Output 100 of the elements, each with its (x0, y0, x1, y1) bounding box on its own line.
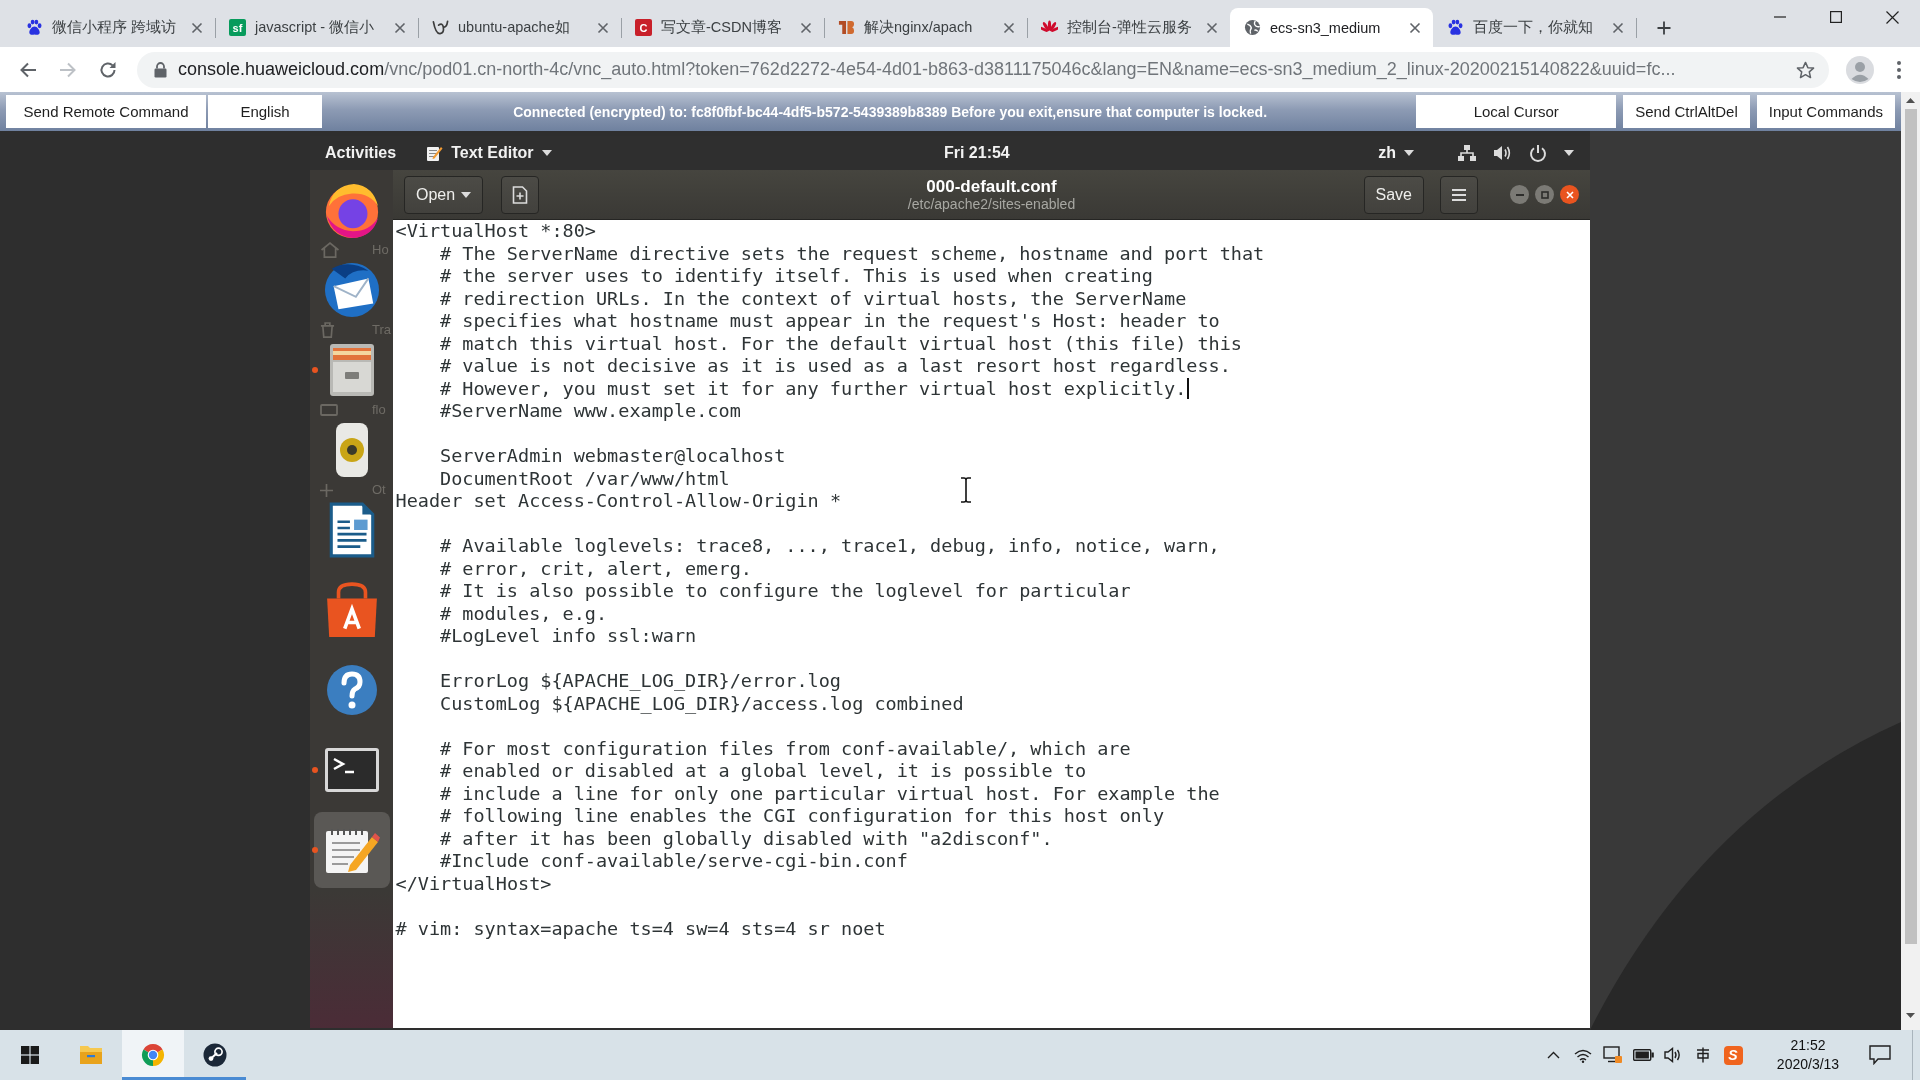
plus-icon (320, 483, 333, 497)
close-button[interactable] (1560, 185, 1579, 204)
battery-icon[interactable] (1632, 1049, 1654, 1061)
code-line: DocumentRoot /var/www/html (440, 467, 730, 490)
input-method-icon[interactable] (1695, 1047, 1711, 1063)
letter-logo: C (635, 19, 652, 36)
menu-icon[interactable] (1897, 60, 1901, 79)
code-line: <VirtualHost *:80> (395, 220, 596, 243)
save-button[interactable]: Save (1363, 175, 1424, 214)
code-line: # vim: syntax=apache ts=4 sw=4 sts=4 sr noet (395, 917, 886, 940)
toolbar-button[interactable]: English (208, 95, 322, 128)
code-line: Header set Access-Control-Allow-Origin * (395, 490, 842, 513)
menu-button[interactable] (1440, 175, 1478, 214)
minimize-button[interactable] (1510, 185, 1529, 204)
toolbar-button[interactable]: Local Cursor (1416, 95, 1617, 128)
code-line: CustomLog ${APACHE_LOG_DIR}/access.log combined (440, 692, 964, 715)
power-icon[interactable] (1529, 144, 1547, 162)
wifi-icon[interactable] (1574, 1047, 1592, 1063)
browser-tab[interactable]: 百度一下，你就知 (1433, 8, 1636, 47)
caret-icon[interactable] (1404, 150, 1414, 156)
code-line: # value is not decisive as it is used as a last resort host regardless. (440, 355, 1231, 378)
network-icon[interactable] (1458, 145, 1476, 161)
dock-button[interactable] (313, 812, 390, 888)
terminal-icon[interactable] (323, 747, 380, 793)
piston-disc-icon[interactable] (203, 1043, 227, 1067)
code-line: # following line enables the CGI configuration for this host only (440, 805, 1164, 828)
code-line: # include a line for only one particular virtual host. For example the (440, 782, 1220, 805)
toolbar-button[interactable]: Input Commands (1756, 95, 1895, 128)
caret-icon[interactable] (461, 191, 472, 198)
down-arrow-icon[interactable] (1906, 1013, 1915, 1018)
bird-envelope-icon[interactable] (323, 261, 380, 319)
text-area[interactable] (393, 220, 1590, 1028)
open-button[interactable]: Open (404, 175, 484, 214)
i-beam-cursor-icon (960, 477, 972, 503)
letter-logo: sf (229, 19, 246, 36)
code-line: # Available loglevels: trace8, ..., trace1, debug, info, notice, warn, (440, 535, 1220, 558)
star-icon[interactable] (1796, 60, 1815, 79)
code-line: # error, crit, alert, emerg. (440, 557, 752, 580)
scrollbar[interactable] (1901, 92, 1920, 1030)
code-line: # However, you must set it for any further virtual host explicitly. (440, 377, 1187, 400)
notepad-icon[interactable] (426, 144, 444, 162)
paw-icon (26, 19, 43, 36)
code-line: #ServerName www.example.com (440, 400, 741, 423)
speaker-icon[interactable] (334, 422, 369, 478)
connection-status: Connected (encrypted) to: fc8f0fbf-bc44-4df5-b572-5439389b8389 Before you exit,ensure that computer is locked. (512, 103, 1269, 120)
code-line: #Include conf-available/serve-cgi-bin.conf (440, 850, 908, 873)
scrollbar-thumb[interactable] (1904, 109, 1917, 944)
code-line: # It is also possible to configure the loglevel for particular (440, 580, 1131, 603)
browser-tab[interactable]: 微信小程序 跨域访 (12, 8, 215, 47)
reload-icon[interactable] (99, 60, 117, 79)
paw-icon (1447, 19, 1464, 36)
new-document-button[interactable] (501, 175, 540, 214)
code-line: # redirection URLs. In the context of virtual hosts, the ServerName (440, 287, 1187, 310)
volume-icon[interactable] (1664, 1047, 1682, 1063)
caret-icon[interactable] (541, 150, 552, 156)
home-icon (320, 242, 340, 258)
shopping-bag-icon[interactable] (325, 582, 378, 638)
code-line: #LogLevel info ssl:warn (440, 625, 697, 648)
code-line: # For most configuration files from conf-available/, which are (440, 737, 1131, 760)
browser-tab[interactable]: ecs-sn3_medium (1230, 8, 1433, 47)
chevron-up-icon[interactable] (1546, 1051, 1560, 1059)
four-squares-icon[interactable] (21, 1046, 39, 1064)
input-source-menu[interactable]: zh (1378, 144, 1414, 162)
new-document-icon[interactable] (512, 185, 529, 204)
back-icon[interactable] (19, 61, 37, 78)
folder-icon[interactable] (79, 1045, 103, 1065)
trash-icon (320, 322, 335, 338)
minimize-icon[interactable] (1515, 193, 1524, 196)
round-tricolor-icon[interactable] (141, 1043, 165, 1067)
toolbar-button[interactable]: Send CtrlAltDel (1623, 95, 1750, 128)
avatar-icon[interactable] (1846, 55, 1874, 84)
help-icon[interactable] (325, 664, 378, 716)
address-field[interactable]: console.huaweicloud.com/vnc/pod01.cn-north-4c/vnc_auto.html?token=762d2272-4e54-4d01-b863-d3811175046c&lang=EN&name=ecs-sn3_medium_2_linux-20200215140822&uuid=fc... (137, 51, 1829, 88)
file-title: 000-default.conf (926, 176, 1057, 197)
code-line: </VirtualHost> (395, 872, 552, 895)
app-menu[interactable]: Text Editor (426, 144, 552, 162)
display-icon[interactable] (1603, 1046, 1623, 1064)
caret-icon[interactable] (1564, 150, 1574, 156)
file-path: /etc/apache2/sites-enabled (907, 196, 1076, 213)
activities-button[interactable]: Activities (325, 144, 397, 162)
maximize-icon[interactable] (1830, 11, 1842, 23)
swirl-icon (432, 19, 449, 36)
up-arrow-icon[interactable] (1906, 98, 1915, 103)
block-logo-icon (838, 19, 855, 36)
document-icon[interactable] (328, 502, 375, 558)
volume-icon[interactable] (1493, 144, 1512, 162)
close-icon[interactable] (1885, 10, 1899, 24)
drive-icon (320, 404, 338, 416)
clock-time[interactable]: 21:52 (1790, 1036, 1826, 1055)
clock-date[interactable]: 2020/3/13 (1776, 1055, 1840, 1074)
notification-icon[interactable] (1869, 1045, 1891, 1065)
menu-icon[interactable] (1452, 188, 1466, 201)
code-line: # modules, e.g. (440, 602, 608, 625)
clock[interactable]: Fri 21:54 (919, 144, 1010, 162)
code-line: # enabled or disabled at a global level, it is possible to (440, 760, 1087, 783)
code-line: ServerAdmin webmaster@localhost (440, 445, 786, 468)
code-line: # specifies what hostname must appear in the request's Host: header to (440, 310, 1220, 333)
toolbar-button[interactable]: Send Remote Command (6, 95, 206, 128)
plus-icon[interactable] (1656, 19, 1672, 36)
file-cabinet-icon[interactable] (328, 343, 375, 397)
